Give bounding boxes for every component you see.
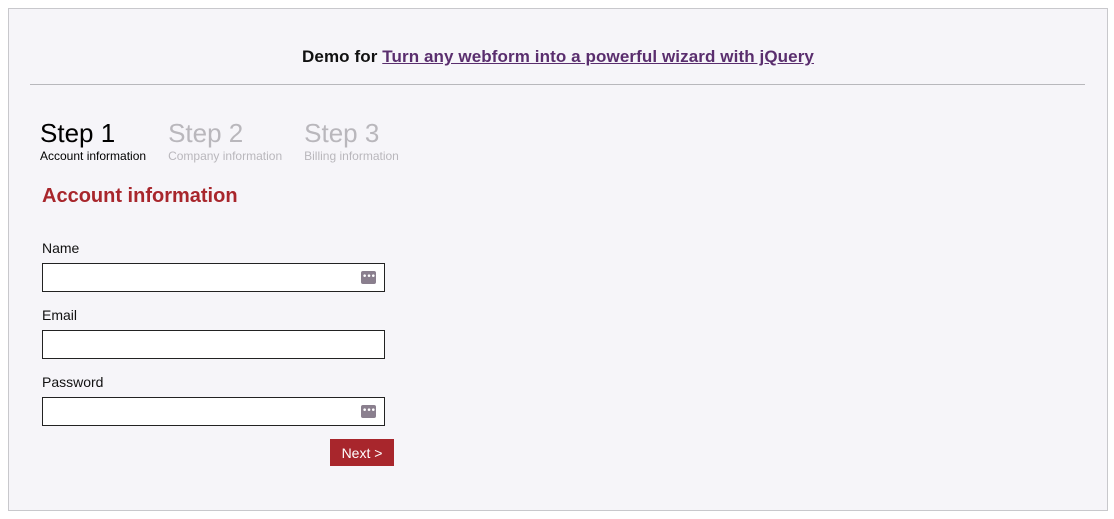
name-label: Name [42, 240, 80, 256]
header-prefix: Demo for [302, 47, 378, 66]
email-label: Email [42, 307, 78, 323]
wizard-steps: Step 1 Account information Step 2 Compan… [40, 117, 421, 163]
page-header: Demo for Turn any webform into a powerfu… [9, 47, 1107, 67]
section-title: Account information [42, 185, 238, 207]
tutorial-link[interactable]: Turn any webform into a powerful wizard … [382, 47, 814, 66]
email-input[interactable] [42, 330, 385, 359]
step-1-subtitle: Account information [40, 149, 147, 163]
step-2-title: Step 2 [168, 118, 244, 148]
name-input[interactable] [42, 263, 385, 292]
password-label: Password [42, 374, 104, 390]
step-3-title: Step 3 [304, 118, 380, 148]
header-divider [30, 84, 1085, 85]
next-button[interactable]: Next > [330, 439, 394, 466]
page-frame: Demo for Turn any webform into a powerfu… [8, 8, 1108, 511]
step-3-subtitle: Billing information [304, 149, 399, 163]
step-2-subtitle: Company information [168, 149, 283, 163]
password-input[interactable] [42, 397, 385, 426]
step-3[interactable]: Step 3 Billing information [304, 117, 399, 163]
step-1[interactable]: Step 1 Account information [40, 117, 146, 163]
step-1-title: Step 1 [40, 118, 116, 148]
password-manager-icon[interactable]: ••• [361, 271, 376, 284]
step-2[interactable]: Step 2 Company information [168, 117, 282, 163]
password-manager-icon[interactable]: ••• [361, 405, 376, 418]
